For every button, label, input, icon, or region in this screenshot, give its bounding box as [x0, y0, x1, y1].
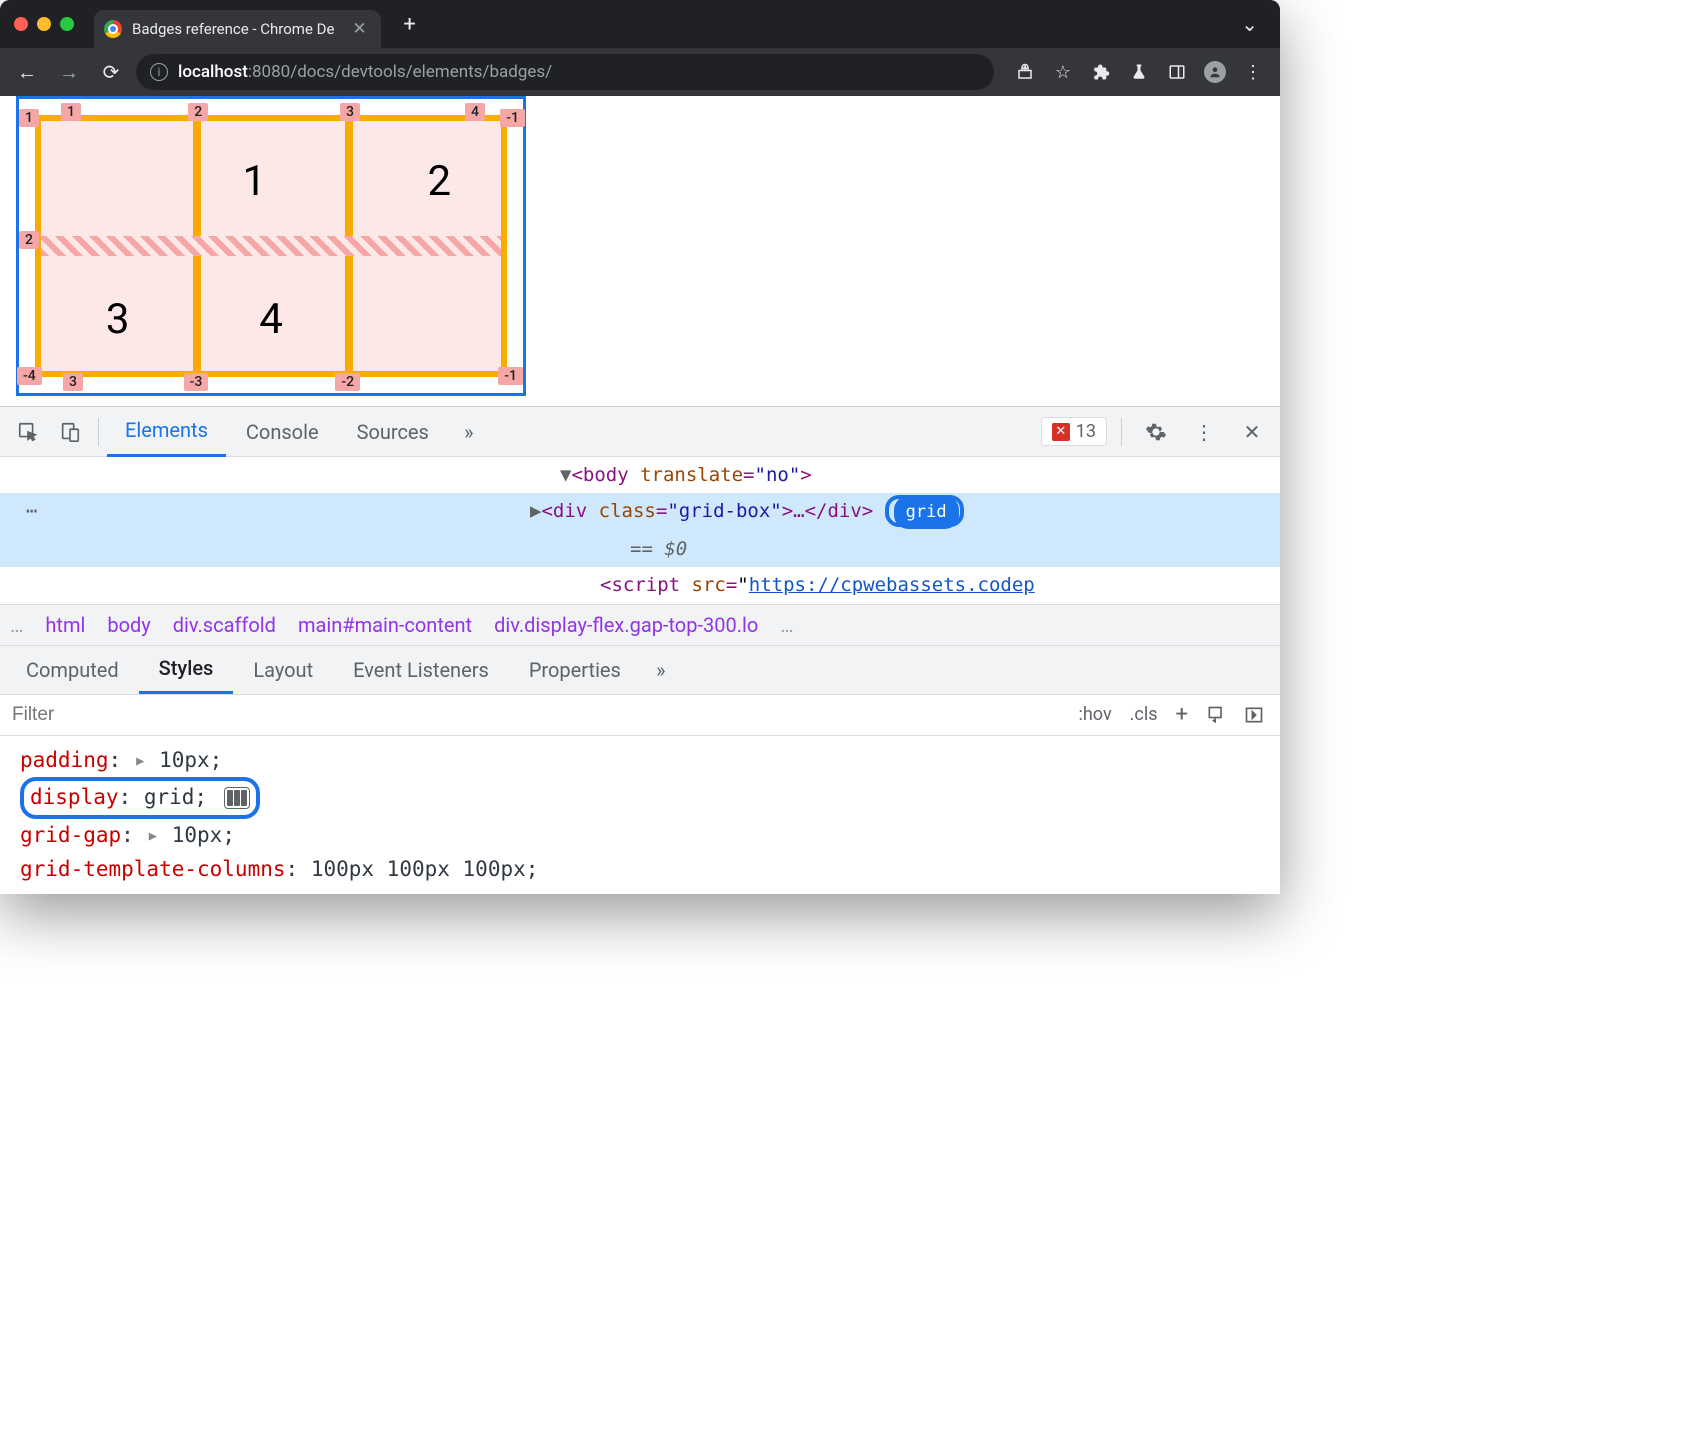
- styles-sidebar-icon[interactable]: [1236, 701, 1272, 729]
- grid-line-label: 3: [63, 373, 83, 391]
- extensions-icon[interactable]: [1084, 55, 1118, 89]
- grid-cell: 4: [194, 259, 347, 379]
- sidepanel-icon[interactable]: [1160, 55, 1194, 89]
- grid-cell: 3: [41, 259, 194, 379]
- dom-expand-dots[interactable]: ⋯: [10, 495, 53, 527]
- hov-toggle[interactable]: :hov: [1071, 700, 1120, 729]
- console-reference: == $0: [630, 538, 687, 560]
- reload-button[interactable]: ⟳: [94, 55, 128, 89]
- devtools-panel: Elements Console Sources » ✕ 13 ⋮ ✕ ▼<bo…: [0, 406, 1280, 894]
- styles-panel-tabs: Computed Styles Layout Event Listeners P…: [0, 646, 1280, 694]
- url-host: localhost: [178, 62, 248, 82]
- tab-computed[interactable]: Computed: [6, 646, 139, 694]
- settings-gear-icon[interactable]: [1136, 412, 1176, 452]
- add-rule-icon[interactable]: +: [1168, 698, 1196, 731]
- grid-line-label: 3: [340, 103, 360, 121]
- toolbar: ← → ⟳ i localhost:8080/docs/devtools/ele…: [0, 48, 1280, 96]
- crumb-item[interactable]: div.display-flex.gap-top-300.lo: [494, 613, 758, 637]
- tab-elements[interactable]: Elements: [107, 407, 226, 457]
- dom-selected-row[interactable]: ⋯ ▶<div class="grid-box">…</div> grid: [0, 493, 1280, 531]
- error-count: 13: [1076, 421, 1096, 442]
- tab-layout[interactable]: Layout: [233, 646, 333, 694]
- labs-icon[interactable]: [1122, 55, 1156, 89]
- profile-avatar[interactable]: [1198, 55, 1232, 89]
- title-bar: Badges reference - Chrome De ✕ + ⌄: [0, 0, 1280, 48]
- page-content: 1 2 3 4 1 1 2 3 4 -1 2 -4 3 -3 -2: [0, 96, 1280, 406]
- script-src-link[interactable]: https://cpwebassets.codep: [749, 574, 1035, 596]
- url-port: :8080: [248, 62, 290, 82]
- devtools-tabs: Elements Console Sources » ✕ 13 ⋮ ✕: [0, 407, 1280, 457]
- error-x-icon: ✕: [1052, 423, 1070, 441]
- more-tabs-icon[interactable]: »: [449, 412, 489, 452]
- browser-menu-icon[interactable]: ⋮: [1236, 55, 1270, 89]
- styles-filter-input[interactable]: [0, 704, 1071, 726]
- grid-line-label: -2: [335, 373, 360, 391]
- tab-sources[interactable]: Sources: [339, 407, 447, 457]
- crumb-item[interactable]: main#main-content: [298, 613, 472, 637]
- cls-toggle[interactable]: .cls: [1122, 700, 1166, 729]
- crumb-item[interactable]: div.scaffold: [173, 613, 276, 637]
- chrome-favicon-icon: [104, 20, 122, 38]
- url-path: /docs/devtools/elements/badges/: [290, 62, 552, 82]
- dom-breadcrumbs[interactable]: … html body div.scaffold main#main-conte…: [0, 604, 1280, 646]
- grid-line-label: -1: [500, 109, 525, 127]
- devtools-menu-icon[interactable]: ⋮: [1184, 412, 1224, 452]
- grid-editor-icon[interactable]: [224, 787, 250, 809]
- device-toggle-icon[interactable]: [50, 412, 90, 452]
- close-window-button[interactable]: [14, 17, 28, 31]
- crumb-item[interactable]: html: [45, 613, 85, 637]
- styles-format-icon[interactable]: [1198, 701, 1234, 729]
- forward-button[interactable]: →: [52, 55, 86, 89]
- grid-cell: 2: [378, 121, 501, 241]
- tabs-dropdown-icon[interactable]: ⌄: [1233, 8, 1266, 40]
- share-icon[interactable]: [1008, 55, 1042, 89]
- new-tab-button[interactable]: +: [395, 9, 425, 39]
- tab-event-listeners[interactable]: Event Listeners: [333, 646, 509, 694]
- crumb-overflow-right[interactable]: …: [780, 613, 793, 637]
- grid-line-label: 1: [61, 103, 81, 121]
- tab-styles[interactable]: Styles: [139, 646, 234, 694]
- bookmark-star-icon[interactable]: ☆: [1046, 55, 1080, 89]
- tab-properties[interactable]: Properties: [509, 646, 641, 694]
- devtools-close-icon[interactable]: ✕: [1232, 412, 1272, 452]
- address-bar[interactable]: i localhost:8080/docs/devtools/elements/…: [136, 54, 994, 90]
- styles-filter-row: :hov .cls +: [0, 694, 1280, 736]
- tab-console[interactable]: Console: [228, 407, 337, 457]
- error-count-badge[interactable]: ✕ 13: [1041, 417, 1107, 446]
- grid-line-label: -4: [17, 367, 42, 385]
- grid-line-label: 1: [19, 109, 39, 127]
- grid-line-label: 2: [19, 231, 39, 249]
- display-grid-highlight: display: grid;: [20, 777, 260, 819]
- grid-line-label: 2: [188, 103, 208, 121]
- grid-badge-highlight: grid: [885, 495, 964, 527]
- css-rules[interactable]: padding: ▸ 10px; display: grid; grid-gap…: [0, 736, 1280, 894]
- crumb-item[interactable]: body: [107, 613, 150, 637]
- grid-line-label: -3: [184, 373, 209, 391]
- tab-title: Badges reference - Chrome De: [132, 20, 334, 38]
- crumb-overflow-left[interactable]: …: [10, 613, 23, 637]
- grid-inspect-overlay: 1 2 3 4 1 1 2 3 4 -1 2 -4 3 -3 -2: [16, 96, 526, 396]
- grid-line-label: -1: [498, 367, 523, 385]
- styles-more-tabs-icon[interactable]: »: [641, 650, 681, 690]
- tab-close-icon[interactable]: ✕: [352, 19, 366, 39]
- grid-cell: [348, 259, 501, 379]
- browser-tab[interactable]: Badges reference - Chrome De ✕: [94, 10, 381, 48]
- window-controls: [14, 17, 74, 31]
- grid-line-label: 4: [465, 103, 485, 121]
- inspect-element-icon[interactable]: [8, 412, 48, 452]
- back-button[interactable]: ←: [10, 55, 44, 89]
- minimize-window-button[interactable]: [37, 17, 51, 31]
- maximize-window-button[interactable]: [60, 17, 74, 31]
- dom-tag: <body: [571, 464, 640, 486]
- site-info-icon[interactable]: i: [150, 63, 168, 81]
- grid-cell: 1: [41, 121, 378, 241]
- grid-badge[interactable]: grid: [894, 496, 959, 529]
- dom-tree[interactable]: ▼<body translate="no"> ⋯ ▶<div class="gr…: [0, 457, 1280, 604]
